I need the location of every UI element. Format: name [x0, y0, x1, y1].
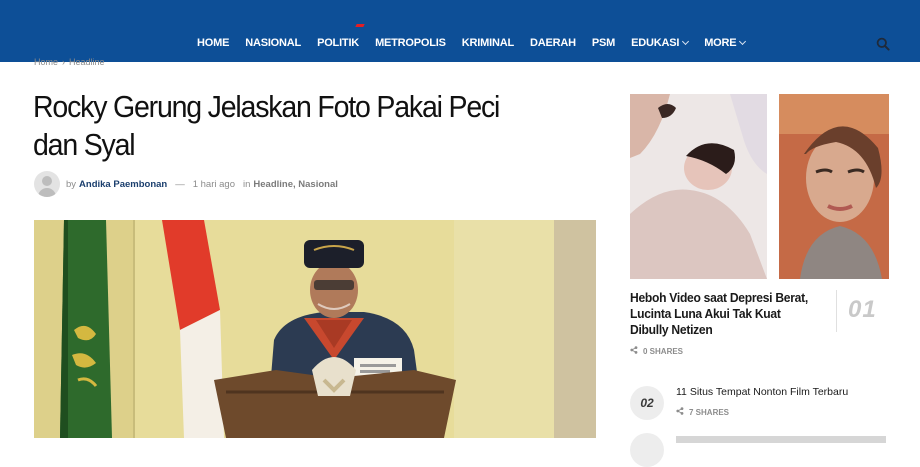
meta-dash: —	[175, 178, 185, 190]
featured-image[interactable]	[34, 220, 596, 438]
share-icon	[676, 407, 684, 417]
nav-item-nasional[interactable]: NASIONAL	[245, 37, 301, 49]
publish-time: 1 hari ago	[192, 178, 235, 190]
trending-image[interactable]	[630, 94, 889, 279]
article-title: Rocky Gerung Jelaskan Foto Pakai Peci da…	[33, 89, 500, 162]
share-count: 0 SHARES	[630, 346, 683, 356]
nav-label: PSM	[591, 37, 616, 49]
nav-item-daerah[interactable]: DAERAH	[530, 37, 576, 49]
search-icon[interactable]	[876, 37, 890, 51]
chevron-down-icon	[739, 37, 747, 46]
nav-label: DAERAH	[529, 37, 576, 49]
trending-title[interactable]: Heboh Video saat Depresi Berat, Lucinta …	[630, 290, 816, 338]
breadcrumb-home[interactable]: Home	[34, 57, 58, 67]
nav-item-edukasi[interactable]: EDUKASI	[631, 37, 690, 49]
nav-label: NASIONAL	[245, 37, 302, 49]
share-count-label: 7 SHARES	[689, 407, 730, 417]
nav-item-more[interactable]: MORE	[704, 37, 747, 49]
trending-rank: 01	[848, 296, 877, 323]
breadcrumb-current[interactable]: Headline	[69, 57, 105, 67]
trending-photo	[630, 94, 889, 279]
nav-item-politik[interactable]: POLITIK	[317, 24, 365, 49]
rank-circle: 02	[630, 386, 664, 420]
nav-item-psm[interactable]: PSM	[592, 37, 615, 49]
nav-label: MORE	[704, 37, 737, 49]
breadcrumb-separator: ›	[62, 57, 66, 67]
by-label: by	[66, 178, 77, 190]
share-count-label: 0 SHARES	[643, 346, 684, 356]
nav-label: HOME	[197, 37, 230, 49]
chevron-down-icon	[682, 37, 690, 46]
article-meta: by Andika Paembonan — 1 hari ago in Head…	[34, 171, 338, 197]
nav-label: EDUKASI	[631, 37, 680, 49]
popular-post-title[interactable]: 11 Situs Tempat Nonton Film Terbaru	[676, 386, 848, 398]
trending-divider	[836, 290, 837, 332]
main-navbar: HOME NASIONAL POLITIK METROPOLIS KRIMINA…	[0, 0, 920, 62]
nav-item-home[interactable]: HOME	[197, 37, 229, 49]
nav-label: KRIMINAL	[461, 37, 514, 49]
author-link[interactable]: Andika Paembonan	[79, 179, 167, 190]
in-label: in	[242, 178, 251, 190]
share-icon	[630, 346, 638, 356]
hot-marker-icon	[355, 24, 365, 27]
avatar-body	[38, 188, 56, 197]
nav-item-kriminal[interactable]: KRIMINAL	[462, 37, 514, 49]
popular-post-partial[interactable]	[676, 433, 896, 443]
nav-label: METROPOLIS	[375, 37, 446, 49]
rank-circle-partial	[630, 433, 664, 467]
category-links[interactable]: Headline, Nasional	[253, 179, 337, 190]
share-count: 7 SHARES	[676, 407, 729, 417]
nav-menu: HOME NASIONAL POLITIK METROPOLIS KRIMINA…	[197, 24, 761, 49]
cut-off-text	[676, 436, 886, 443]
author-avatar[interactable]	[34, 171, 60, 197]
nav-item-metropolis[interactable]: METROPOLIS	[375, 37, 446, 49]
featured-photo	[34, 220, 596, 438]
breadcrumb: Home › Headline	[34, 57, 105, 67]
avatar-head	[42, 176, 52, 186]
nav-label: POLITIK	[317, 37, 360, 49]
